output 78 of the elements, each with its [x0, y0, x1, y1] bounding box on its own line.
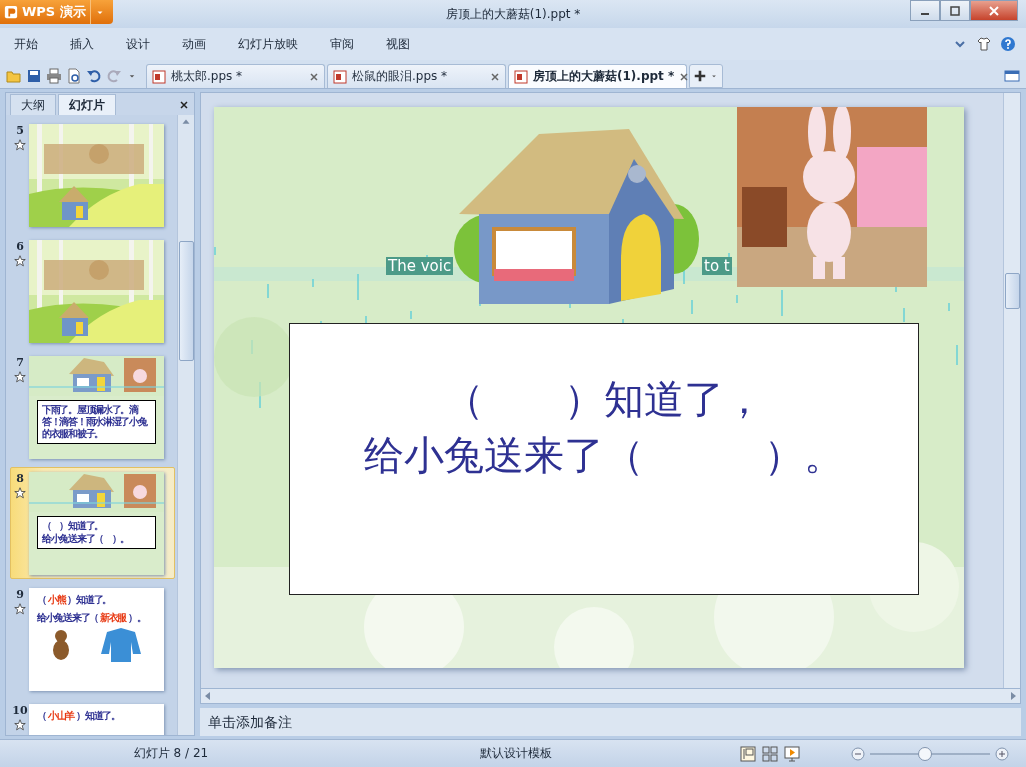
scrollbar-thumb[interactable]	[1004, 273, 1020, 309]
maximize-button[interactable]	[940, 0, 970, 21]
slide-list-item[interactable]: 9 （ 小熊 ）知道了。 给小兔送来了（ 新衣服 ）。	[10, 583, 175, 695]
close-icon[interactable]	[489, 70, 501, 83]
print-icon[interactable]	[46, 68, 62, 84]
menu-item[interactable]: 幻灯片放映	[234, 35, 302, 53]
slide-list-item[interactable]: 10 （ 小山羊 ）知道了。	[10, 699, 175, 735]
zoom-out-icon[interactable]	[850, 745, 866, 762]
slide-sorter-icon[interactable]	[762, 745, 778, 762]
star-icon	[14, 603, 26, 615]
slide-list-item[interactable]: 8 （ ）知道了。 给小兔送来了（ ）。	[10, 467, 175, 579]
minimize-icon	[921, 12, 929, 15]
menu-item[interactable]: 动画	[178, 35, 210, 53]
document-tab[interactable]: 桃太郎.pps *	[146, 64, 325, 88]
scrollbar-thumb[interactable]	[178, 241, 194, 361]
close-icon[interactable]	[678, 70, 691, 83]
slide-number: 7	[16, 356, 24, 369]
minimize-button[interactable]	[910, 0, 940, 21]
panel-tab[interactable]: 幻灯片	[58, 94, 116, 115]
star-icon	[14, 255, 26, 267]
scrollbar[interactable]	[1003, 93, 1020, 688]
plus-icon	[693, 69, 707, 83]
star-icon	[14, 371, 26, 383]
save-icon[interactable]	[26, 68, 42, 84]
close-icon	[988, 5, 1000, 16]
presentation-file-icon[interactable]	[332, 68, 348, 85]
slide-text: （ 小山羊 ）知道了。	[37, 710, 121, 722]
slide-number: 6	[16, 240, 24, 253]
menu-item[interactable]: 开始	[10, 35, 42, 53]
slide-counter: 幻灯片 8 / 21	[132, 745, 210, 762]
slide-thumbnail[interactable]: （ 小山羊 ）知道了。	[29, 704, 164, 735]
slide-text: 给小兔送来了（ 新衣服 ）。	[37, 612, 147, 624]
presentation-file-icon[interactable]	[151, 68, 167, 85]
slide-text: 给小兔送来了（ ）。	[42, 533, 130, 545]
slide-number: 5	[16, 124, 24, 137]
menu-item[interactable]: 设计	[122, 35, 154, 53]
print-preview-icon[interactable]	[66, 68, 82, 84]
scrollbar[interactable]	[177, 115, 194, 735]
maximize-icon	[950, 5, 960, 16]
menu-item[interactable]: 视图	[382, 35, 414, 53]
scroll-left-icon[interactable]	[203, 691, 213, 701]
close-icon[interactable]	[308, 70, 320, 83]
horizontal-scrollbar[interactable]	[200, 689, 1021, 704]
menu-item[interactable]: 插入	[66, 35, 98, 53]
close-icon[interactable]	[178, 99, 190, 111]
notes-field[interactable]: 单击添加备注	[200, 708, 1021, 736]
shirt-icon[interactable]	[976, 36, 992, 52]
logo-icon	[4, 5, 18, 19]
new-tab-button[interactable]	[689, 64, 723, 88]
help-icon[interactable]	[1000, 36, 1016, 52]
slideshow-icon[interactable]	[784, 745, 800, 762]
slide-number: 8	[16, 472, 24, 485]
zoom-in-icon[interactable]	[994, 745, 1010, 762]
presentation-file-icon[interactable]	[513, 68, 529, 85]
document-tab[interactable]: 松鼠的眼泪.pps *	[327, 64, 506, 88]
slide-number: 10	[12, 704, 28, 717]
slide-text: （ ）知道了。	[42, 520, 104, 532]
slide-thumbnail[interactable]: （ ）知道了。 给小兔送来了（ ）。	[29, 472, 164, 575]
star-icon	[14, 487, 26, 499]
close-button[interactable]	[970, 0, 1018, 21]
panel-tab[interactable]: 大纲	[10, 94, 56, 115]
star-icon	[14, 719, 26, 731]
slide-list-item[interactable]: 7 下雨了。屋顶漏水了。滴答！滴答！雨水淋湿了小兔的衣服和被子。	[10, 351, 175, 463]
star-icon	[14, 139, 26, 151]
scroll-right-icon[interactable]	[1008, 691, 1018, 701]
document-tab[interactable]: 房顶上的大蘑菇(1).ppt *	[508, 64, 687, 88]
undo-icon[interactable]	[86, 68, 102, 84]
slide-thumbnail[interactable]: 下雨了。屋顶漏水了。滴答！滴答！雨水淋湿了小兔的衣服和被子。	[29, 356, 164, 459]
slide-number: 9	[16, 588, 24, 601]
slide-thumbnail[interactable]: （ 小熊 ）知道了。 给小兔送来了（ 新衣服 ）。	[29, 588, 164, 691]
menu-item[interactable]: 审阅	[326, 35, 358, 53]
slide-text: （ 小熊 ）知道了。	[37, 594, 112, 606]
slider-thumb[interactable]	[918, 746, 932, 761]
normal-view-icon[interactable]	[740, 745, 756, 762]
template-name: 默认设计模板	[479, 745, 553, 762]
window-layout-icon[interactable]	[1004, 68, 1020, 84]
slide-text: 下雨了。屋顶漏水了。滴答！滴答！雨水淋湿了小兔的衣服和被子。	[42, 404, 148, 440]
window-title: 房顶上的大蘑菇(1).ppt *	[445, 6, 581, 23]
